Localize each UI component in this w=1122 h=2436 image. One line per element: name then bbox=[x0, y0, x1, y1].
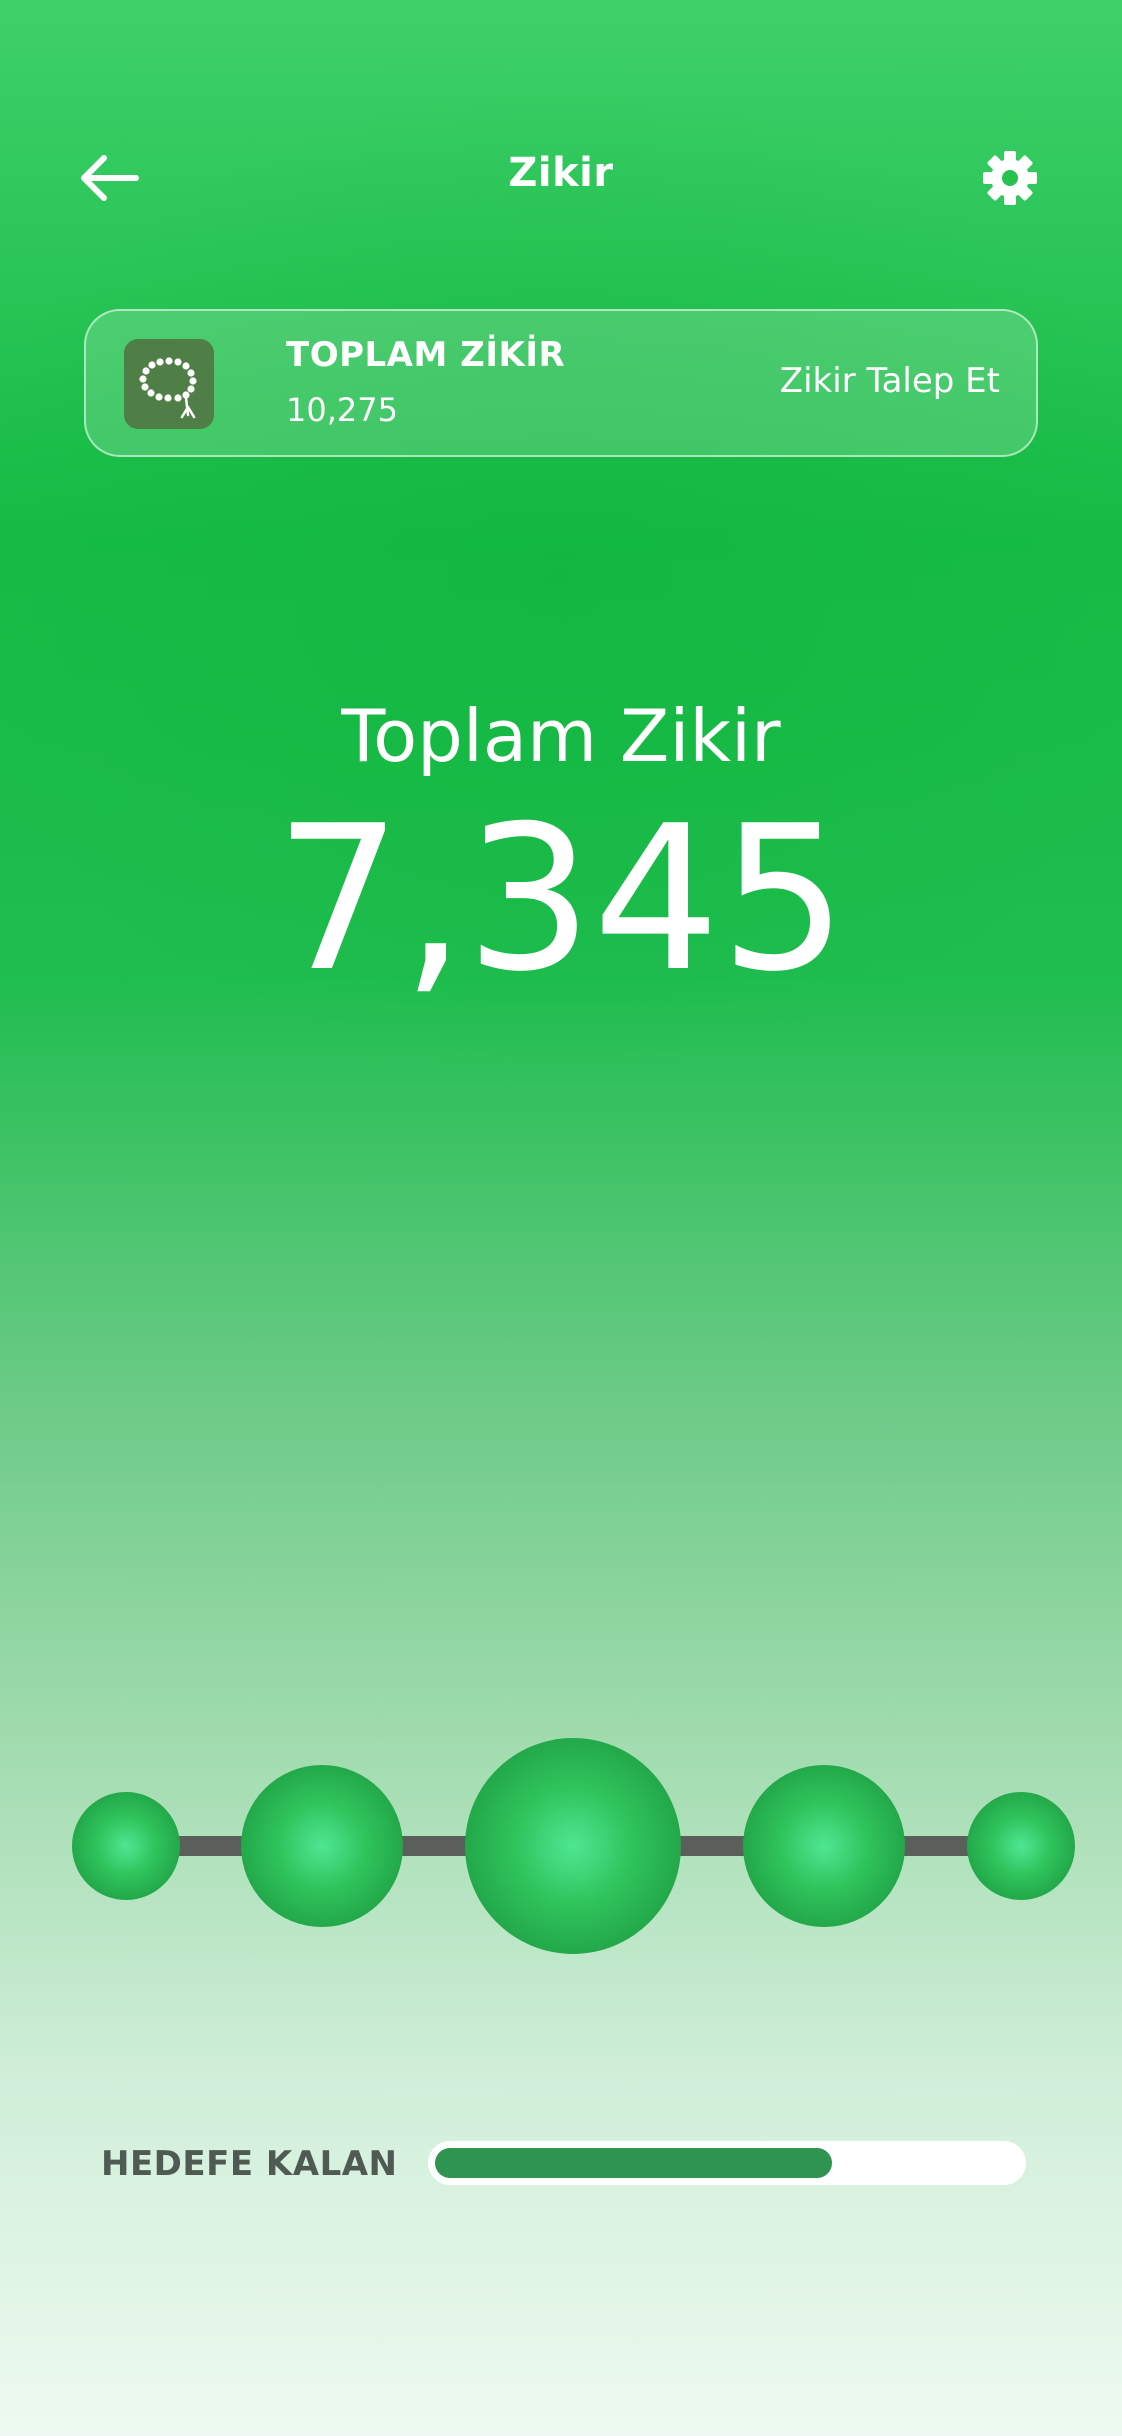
gear-icon bbox=[983, 151, 1037, 205]
app-header: Zikir bbox=[0, 130, 1122, 230]
bead[interactable] bbox=[743, 1765, 905, 1927]
tesbih-icon bbox=[139, 357, 197, 419]
progress-track bbox=[428, 2141, 1026, 2185]
tesbih-tile bbox=[124, 339, 214, 429]
bead[interactable] bbox=[72, 1792, 180, 1900]
total-zikir-card: TOPLAM ZİKİR 10,275 Zikir Talep Et bbox=[84, 309, 1038, 457]
card-value: 10,275 bbox=[286, 391, 398, 429]
bead[interactable] bbox=[241, 1765, 403, 1927]
bead-active[interactable] bbox=[465, 1738, 681, 1954]
card-label: TOPLAM ZİKİR bbox=[286, 335, 566, 375]
goal-label: HEDEFE KALAN bbox=[101, 2144, 398, 2184]
goal-progress: HEDEFE KALAN bbox=[0, 2140, 1122, 2200]
bead[interactable] bbox=[967, 1792, 1075, 1900]
request-zikir-link[interactable]: Zikir Talep Et bbox=[780, 361, 1000, 401]
settings-button[interactable] bbox=[980, 148, 1040, 208]
bead-slider[interactable] bbox=[0, 1720, 1122, 1980]
page-title: Zikir bbox=[508, 150, 614, 196]
progress-fill bbox=[435, 2148, 832, 2178]
bead-string bbox=[72, 1738, 1075, 1954]
counter-label: Toplam Zikir bbox=[341, 694, 781, 778]
counter-value: 7,345 bbox=[274, 783, 848, 1016]
